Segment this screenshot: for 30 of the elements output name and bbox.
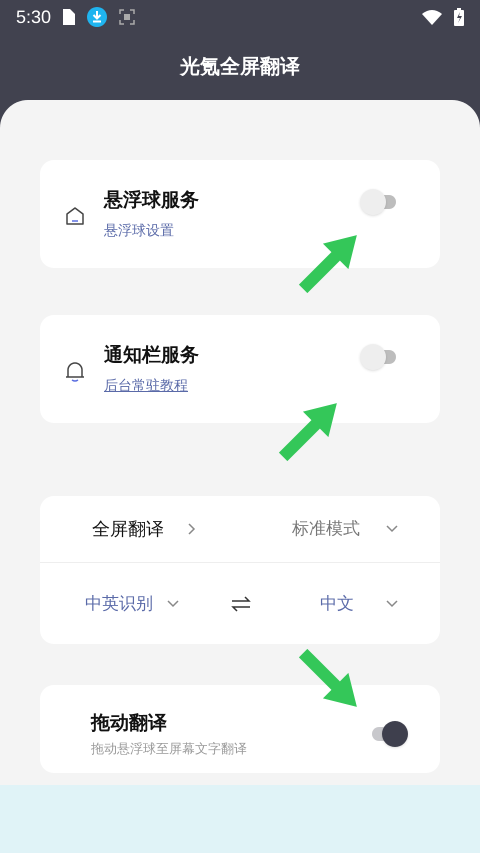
toggle-switch[interactable]: [370, 721, 408, 747]
drag-subtitle: 拖动悬浮球至屏幕文字翻译: [91, 740, 247, 758]
pointer-arrow: [298, 648, 357, 707]
pointer-arrow: [298, 235, 357, 294]
wifi-icon: [422, 9, 442, 25]
battery-icon: [454, 8, 464, 26]
screenshot-icon: [119, 9, 136, 25]
toggle-switch[interactable]: [360, 189, 398, 215]
home-icon: [65, 206, 85, 226]
chevron-down-icon: [386, 600, 398, 608]
drag-title: 拖动翻译: [91, 712, 167, 736]
sim-card-icon: [63, 9, 76, 25]
service-link[interactable]: 悬浮球设置: [104, 220, 174, 241]
target-language-dropdown[interactable]: 中文: [320, 590, 398, 616]
toggle-switch[interactable]: [360, 344, 398, 370]
mode-dropdown[interactable]: 标准模式: [292, 516, 398, 542]
chevron-down-icon: [167, 600, 179, 608]
source-language-dropdown[interactable]: 中英识别: [85, 590, 179, 616]
service-title: 通知栏服务: [104, 344, 199, 368]
download-icon: [87, 7, 108, 27]
app-title: 光氪全屏翻译: [180, 55, 300, 80]
chevron-down-icon: [386, 525, 398, 533]
clock-time: 5:30: [16, 6, 52, 28]
service-link[interactable]: 后台常驻教程: [104, 374, 188, 396]
service-title: 悬浮球服务: [104, 189, 199, 214]
pointer-arrow: [278, 403, 337, 462]
mode-label: 全屏翻译: [92, 518, 164, 540]
swap-icon: [231, 596, 251, 612]
chevron-right-icon: [188, 523, 196, 535]
bell-icon: [65, 360, 85, 382]
